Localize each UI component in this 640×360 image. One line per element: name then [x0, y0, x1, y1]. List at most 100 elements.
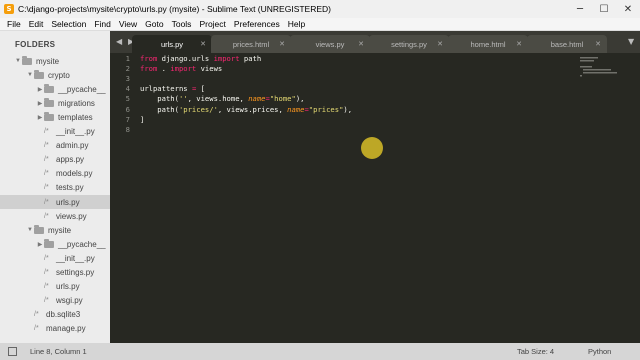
close-tab-icon[interactable]: ✕	[279, 40, 285, 48]
menu-goto[interactable]: Goto	[141, 19, 167, 29]
line-number: 3	[125, 74, 130, 84]
menu-help[interactable]: Help	[284, 19, 309, 29]
chevron-down-icon[interactable]: ▼	[26, 72, 34, 78]
tab-base-html[interactable]: base.html ✕	[527, 35, 607, 53]
folder-icon	[34, 69, 44, 79]
code-line[interactable]: path('', views.home, name="home"),	[140, 94, 304, 103]
tab-urls-py[interactable]: urls.py ✕	[132, 35, 212, 53]
sidebar-file-init-py[interactable]: /* __init__.py	[0, 251, 110, 265]
sidebar-file-settings-py[interactable]: /* settings.py	[0, 266, 110, 280]
sidebar-folder-templates[interactable]: ▶ templates	[0, 110, 110, 124]
sidebar-folder-mysite[interactable]: ▼ mysite	[0, 223, 110, 237]
tab-settings-py[interactable]: settings.py ✕	[369, 35, 449, 53]
code-token: urlpatterns	[140, 84, 192, 94]
sidebar-file-urls-py[interactable]: /* urls.py	[0, 195, 110, 209]
code-line[interactable]: from . import views	[140, 64, 222, 73]
code-line[interactable]: from django.urls import path	[140, 54, 261, 63]
sidebar-item-label: __pycache__	[58, 239, 106, 249]
close-tab-icon[interactable]: ✕	[516, 40, 522, 48]
tab-size-selector[interactable]: Tab Size: 4	[517, 347, 554, 356]
vertical-scrollbar[interactable]	[630, 53, 640, 343]
cursor-position: Line 8, Column 1	[30, 347, 87, 356]
code-line[interactable]: ]	[140, 115, 144, 124]
tab-home-html[interactable]: home.html ✕	[448, 35, 528, 53]
sidebar-item-label: views.py	[56, 211, 87, 221]
chevron-right-icon[interactable]: ▶	[36, 100, 44, 107]
folder-icon	[44, 83, 54, 93]
panel-toggle-icon[interactable]	[8, 347, 17, 356]
sidebar-folder-mysite[interactable]: ▼ mysite	[0, 54, 110, 68]
sidebar-folder-migrations[interactable]: ▶ migrations	[0, 96, 110, 110]
tab-prices-html[interactable]: prices.html ✕	[211, 35, 291, 53]
file-icon: /*	[34, 325, 39, 333]
file-icon: /*	[44, 297, 49, 305]
sidebar-folder-crypto[interactable]: ▼ crypto	[0, 68, 110, 82]
close-tab-icon[interactable]: ✕	[358, 40, 364, 48]
sidebar-file-models-py[interactable]: /* models.py	[0, 167, 110, 181]
code-line[interactable]: urlpatterns = [	[140, 84, 205, 93]
line-number: 1	[125, 54, 130, 63]
code-token: [	[196, 84, 205, 94]
sidebar-file-admin-py[interactable]: /* admin.py	[0, 139, 110, 153]
menu-edit[interactable]: Edit	[25, 19, 48, 29]
file-icon: /*	[44, 283, 49, 291]
menu-preferences[interactable]: Preferences	[230, 19, 284, 29]
close-tab-icon[interactable]: ✕	[200, 40, 206, 48]
syntax-selector[interactable]: Python	[588, 347, 611, 356]
code-token: ]	[140, 114, 145, 124]
menu-find[interactable]: Find	[90, 19, 115, 29]
sidebar-item-label: wsgi.py	[56, 296, 83, 306]
file-icon: /*	[44, 142, 49, 150]
sidebar-item-label: mysite	[36, 56, 60, 66]
file-icon: /*	[44, 184, 49, 192]
menu-tools[interactable]: Tools	[168, 19, 196, 29]
chevron-right-icon[interactable]: ▶	[36, 86, 44, 93]
code-token-kw: import	[213, 54, 240, 63]
sidebar-item-label: apps.py	[56, 155, 85, 165]
sidebar-item-label: manage.py	[46, 324, 86, 334]
minimap[interactable]	[580, 57, 620, 87]
chevron-down-icon[interactable]: ▼	[14, 58, 22, 64]
sidebar-item-label: settings.py	[56, 268, 95, 277]
minimize-button[interactable]: ─	[568, 0, 592, 18]
close-tab-icon[interactable]: ✕	[595, 40, 601, 48]
menu-file[interactable]: File	[3, 19, 25, 29]
file-icon: /*	[44, 254, 49, 262]
chevron-right-icon[interactable]: ▶	[36, 241, 44, 248]
code-editor[interactable]: 1 from django.urls import path 2 from . imp…	[110, 53, 630, 343]
tab-overflow-icon[interactable]: ▼	[628, 37, 634, 46]
sidebar-file-manage-py[interactable]: /* manage.py	[0, 322, 110, 336]
sidebar-folder-pycache[interactable]: ▶ __pycache__	[0, 82, 110, 96]
sidebar-file-apps-py[interactable]: /* apps.py	[0, 153, 110, 167]
tab-scroll-left-icon[interactable]: ◀	[116, 37, 122, 46]
menu-view[interactable]: View	[115, 19, 141, 29]
menu-selection[interactable]: Selection	[47, 19, 90, 29]
sidebar-file-urls-py[interactable]: /* urls.py	[0, 280, 110, 294]
sidebar-folder-pycache[interactable]: ▶ __pycache__	[0, 237, 110, 251]
chevron-down-icon[interactable]: ▼	[26, 227, 34, 233]
code-token: path	[239, 54, 262, 63]
status-bar: Line 8, Column 1 Tab Size: 4 Python	[0, 343, 640, 360]
mouse-cursor-highlight	[361, 137, 383, 159]
sidebar-file-views-py[interactable]: /* views.py	[0, 209, 110, 223]
sidebar-item-label: db.sqlite3	[46, 310, 81, 320]
sidebar-file-init-py[interactable]: /* __init__.py	[0, 125, 110, 139]
close-tab-icon[interactable]: ✕	[437, 40, 443, 48]
code-token-arg: name	[287, 104, 305, 114]
sidebar-file-db-sqlite3[interactable]: /* db.sqlite3	[0, 308, 110, 322]
file-icon: /*	[44, 269, 49, 276]
sidebar-item-label: templates	[58, 112, 93, 122]
menu-project[interactable]: Project	[195, 19, 229, 29]
sidebar-item-label: __init__.py	[56, 253, 95, 263]
file-icon: /*	[44, 128, 49, 135]
maximize-button[interactable]: ☐	[592, 0, 616, 18]
sidebar-item-label: urls.py	[56, 282, 80, 292]
code-line[interactable]: path('prices/', views.prices, name="pric…	[140, 105, 352, 114]
code-token-str: ''	[178, 94, 188, 104]
close-button[interactable]: ✕	[616, 0, 640, 18]
sidebar-item-label: tests.py	[56, 183, 84, 193]
sidebar-file-tests-py[interactable]: /* tests.py	[0, 181, 110, 195]
sidebar-file-wsgi-py[interactable]: /* wsgi.py	[0, 294, 110, 308]
tab-views-py[interactable]: views.py ✕	[290, 35, 370, 53]
chevron-right-icon[interactable]: ▶	[36, 114, 44, 121]
